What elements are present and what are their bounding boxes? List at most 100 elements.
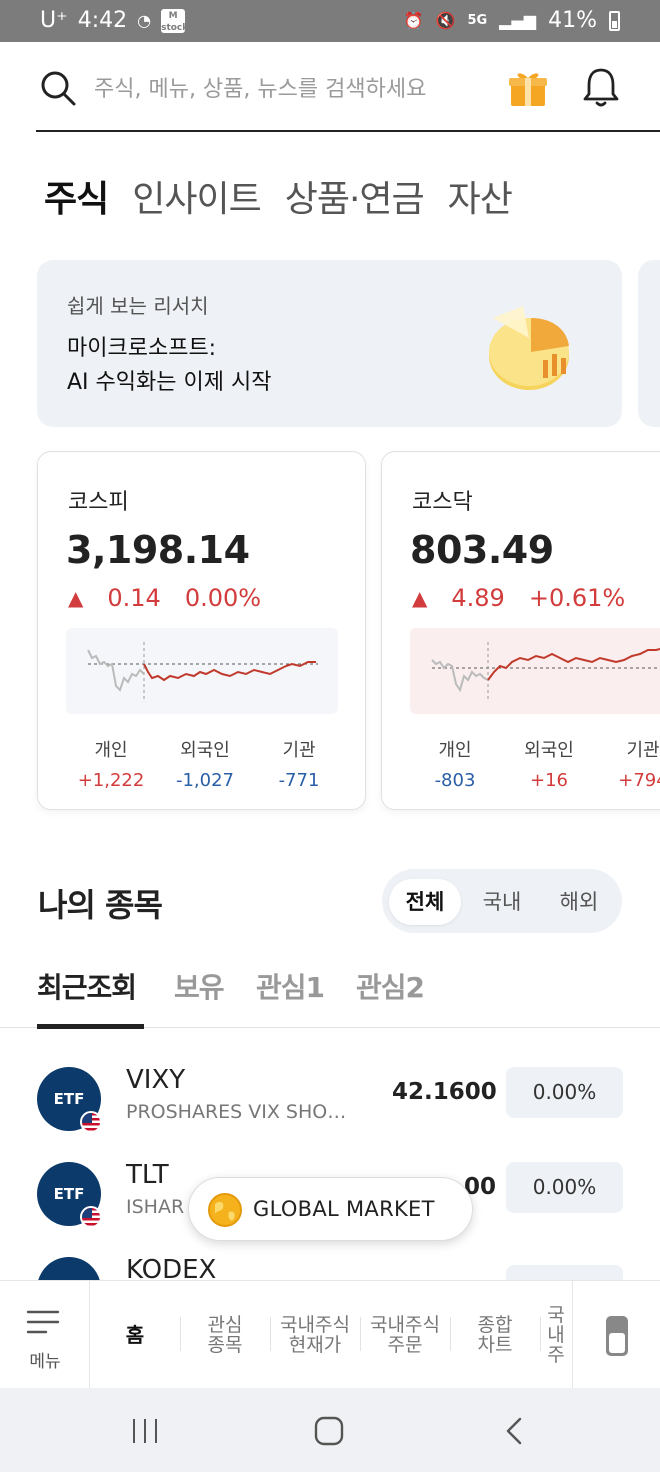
menu-label: 메뉴 — [29, 1352, 61, 1372]
stock-price: 42.1600 — [392, 1079, 497, 1105]
index-change: ▲ 4.89 +0.61% — [412, 584, 625, 612]
kosdaq-card[interactable]: 코스닥 803.49 ▲ 4.89 +0.61% 개인 -803 외국인 +16… — [381, 451, 660, 810]
clock: 4:42 — [77, 8, 128, 33]
active-tab-indicator — [37, 1024, 144, 1029]
menu-button[interactable]: 메뉴 — [0, 1281, 90, 1389]
investor-institution: 기관 -771 — [252, 736, 346, 791]
banner-title-line1: 마이크로소프트: — [67, 336, 217, 361]
bottom-navigation: 메뉴 홈 관심 종목 국내주식 현재가 국내주식 주문 종합 차트 국내 주 — [0, 1280, 660, 1389]
investor-value: +1,222 — [77, 770, 145, 791]
search-input[interactable] — [94, 72, 494, 106]
hamburger-menu-icon — [26, 1310, 60, 1334]
index-change-value: 4.89 — [451, 584, 505, 612]
investor-label: 개인 — [94, 740, 128, 761]
us-flag-icon — [80, 1206, 102, 1228]
investor-value: -803 — [434, 770, 476, 791]
tab-watchlist-1[interactable]: 관심1 — [256, 966, 325, 1006]
index-name: 코스피 — [68, 490, 129, 515]
phone-panel-icon — [606, 1316, 628, 1356]
recent-apps-icon[interactable] — [130, 1416, 160, 1446]
index-change: ▲ 0.14 0.00% — [68, 584, 261, 612]
investor-value: +794 — [618, 770, 660, 791]
system-navigation-bar — [0, 1388, 660, 1472]
alarm-icon: ⏰ — [403, 11, 424, 30]
my-stocks-title: 나의 종목 — [38, 886, 163, 924]
battery-icon — [609, 10, 620, 31]
mute-icon: 🔇 — [435, 11, 456, 30]
stock-ticker: TLT — [126, 1160, 169, 1190]
carrier-label: U⁺ — [40, 8, 68, 33]
bell-icon[interactable] — [582, 66, 620, 108]
mobile-data-icon: ◔ — [137, 11, 152, 30]
stock-change-rate: 0.00% — [506, 1067, 623, 1118]
tab-insight[interactable]: 인사이트 — [132, 170, 261, 222]
tab-recent[interactable]: 최근조회 — [37, 966, 137, 1006]
investor-individual: 개인 +1,222 — [64, 736, 158, 791]
investor-label: 개인 — [438, 740, 472, 761]
nav-home[interactable]: 홈 — [90, 1281, 180, 1389]
globe-icon — [208, 1193, 242, 1227]
tab-assets[interactable]: 자산 — [448, 170, 513, 222]
app-notification-icon: Mstock — [161, 8, 189, 33]
segment-all[interactable]: 전체 — [389, 879, 461, 925]
nav-chart[interactable]: 종합 차트 — [450, 1281, 540, 1389]
up-arrow-icon: ▲ — [412, 586, 428, 610]
segment-overseas[interactable]: 해외 — [543, 879, 615, 925]
index-value: 3,198.14 — [66, 528, 250, 572]
up-arrow-icon: ▲ — [68, 586, 84, 610]
search-icon[interactable] — [40, 70, 76, 106]
investor-institution: 기관 +794 — [596, 736, 660, 791]
investor-value: +16 — [530, 770, 568, 791]
investor-foreign: 외국인 +16 — [502, 736, 596, 791]
banner-title-line2: AI 수익화는 이제 시작 — [67, 370, 272, 395]
us-flag-icon — [80, 1111, 102, 1133]
main-tabs: 주식 인사이트 상품·연금 자산 — [44, 170, 513, 222]
my-stocks-tabs: 최근조회 보유 관심1 관심2 — [0, 960, 660, 1029]
nav-domestic-quote[interactable]: 국내주식 현재가 — [270, 1281, 360, 1389]
gift-icon[interactable] — [508, 68, 548, 108]
stock-change-rate: 0.00% — [506, 1162, 623, 1213]
next-banner-peek[interactable] — [638, 260, 660, 427]
research-banner[interactable]: 쉽게 보는 리서치 마이크로소프트: AI 수익화는 이제 시작 — [37, 260, 622, 427]
investor-flow: 개인 +1,222 외국인 -1,027 기관 -771 — [64, 736, 346, 791]
network-type: 5G — [467, 13, 488, 28]
segment-domestic[interactable]: 국내 — [466, 879, 538, 925]
investor-value: -771 — [278, 770, 320, 791]
investor-flow: 개인 -803 외국인 +16 기관 +794 — [408, 736, 660, 791]
index-name: 코스닥 — [412, 490, 473, 515]
tab-holdings[interactable]: 보유 — [174, 966, 225, 1006]
nav-watchlist[interactable]: 관심 종목 — [180, 1281, 270, 1389]
nav-domestic-order[interactable]: 국내주식 주문 — [360, 1281, 450, 1389]
signal-icon: ▂▄▆ — [499, 11, 537, 30]
index-change-pct: +0.61% — [528, 584, 626, 612]
battery-percent: 41% — [548, 8, 597, 33]
home-icon[interactable] — [314, 1416, 344, 1446]
kospi-intraday-chart — [66, 628, 338, 714]
quick-panel-button[interactable] — [572, 1281, 660, 1389]
investor-foreign: 외국인 -1,027 — [158, 736, 252, 791]
pie-chart-illustration — [489, 306, 569, 390]
investor-label: 기관 — [626, 740, 660, 761]
investor-label: 외국인 — [180, 740, 230, 761]
investor-value: -1,027 — [175, 770, 235, 791]
banner-label: 쉽게 보는 리서치 — [67, 294, 209, 318]
status-bar: U⁺ 4:42 ◔ Mstock ⏰ 🔇 5G ▂▄▆ 41% — [0, 0, 660, 42]
banner-title: 마이크로소프트: AI 수익화는 이제 시작 — [67, 332, 387, 400]
kosdaq-intraday-chart — [410, 628, 660, 714]
global-market-label: GLOBAL MARKET — [253, 1197, 435, 1221]
global-market-button[interactable]: GLOBAL MARKET — [188, 1177, 473, 1241]
kospi-card[interactable]: 코스피 3,198.14 ▲ 0.14 0.00% 개인 +1,222 외국인 … — [37, 451, 366, 810]
tab-products-pension[interactable]: 상품·연금 — [285, 170, 425, 222]
stock-ticker: VIXY — [126, 1065, 186, 1095]
list-item[interactable]: ETF VIXY PROSHARES VIX SHO… 42.1600 0.00… — [0, 1065, 660, 1157]
tab-stocks[interactable]: 주식 — [44, 170, 109, 222]
back-icon[interactable] — [502, 1416, 526, 1446]
investor-label: 외국인 — [524, 740, 574, 761]
nav-domestic-partial[interactable]: 국내 주 — [540, 1281, 572, 1389]
tab-watchlist-2[interactable]: 관심2 — [356, 966, 425, 1006]
investor-label: 기관 — [282, 740, 316, 761]
index-change-pct: 0.00% — [184, 584, 262, 612]
index-change-value: 0.14 — [107, 584, 161, 612]
search-bar[interactable] — [36, 50, 660, 132]
stock-name: PROSHARES VIX SHO… — [126, 1101, 347, 1123]
